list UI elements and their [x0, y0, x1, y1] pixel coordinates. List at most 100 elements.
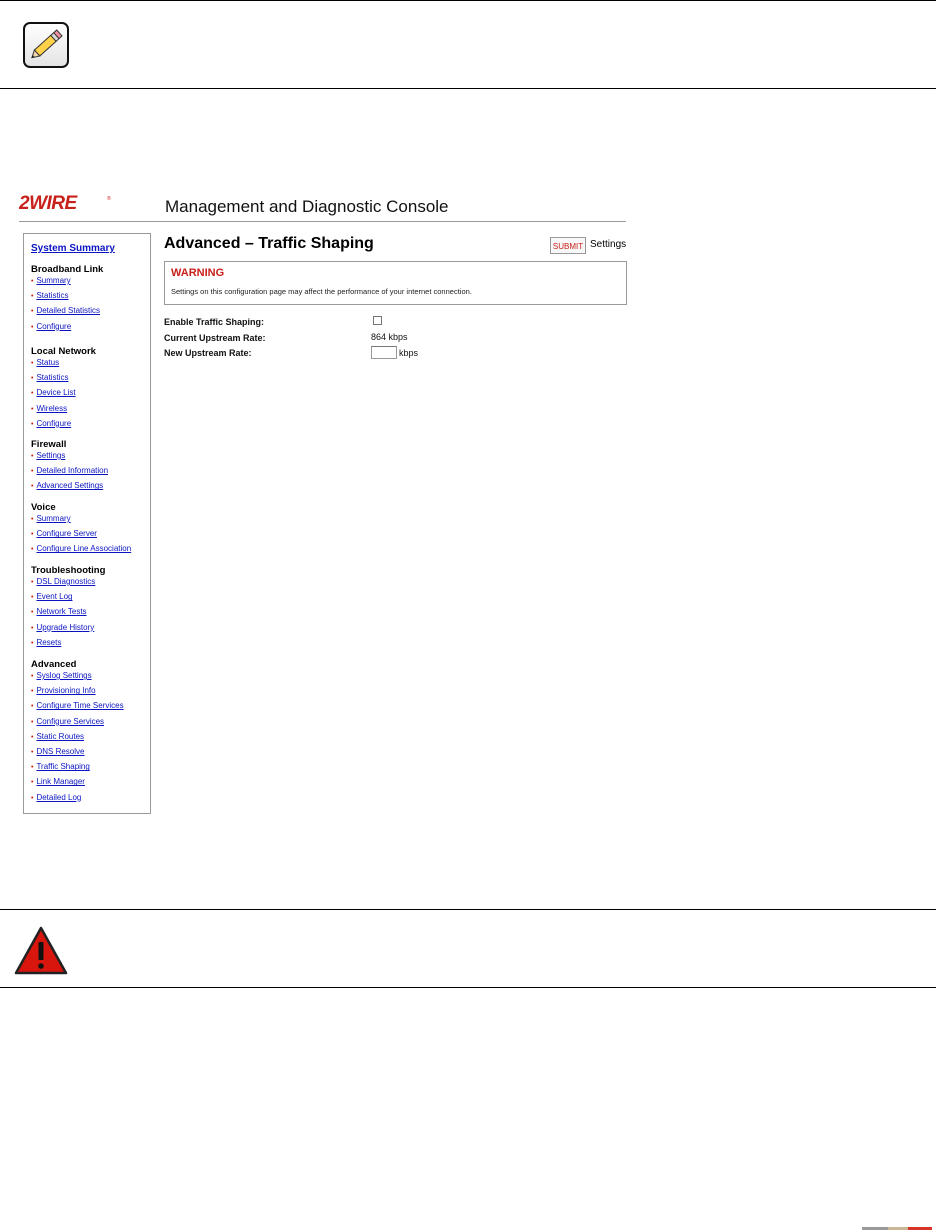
sidebar-item-link[interactable]: Statistics	[36, 373, 68, 382]
warning-bottom-rule	[0, 987, 936, 988]
sidebar-item-link[interactable]: Link Manager	[36, 777, 84, 786]
sidebar-item-link[interactable]: Syslog Settings	[36, 671, 91, 680]
sidebar-item[interactable]: • Statistics	[31, 291, 68, 300]
sidebar-item[interactable]: • DNS Resolve	[31, 747, 84, 756]
bullet-icon: •	[31, 579, 34, 586]
sidebar-item-link[interactable]: Detailed Information	[36, 466, 108, 475]
sidebar-system-summary-link[interactable]: System Summary	[31, 243, 115, 254]
warning-title: WARNING	[171, 267, 225, 279]
bullet-icon: •	[31, 516, 34, 523]
sidebar-item-link[interactable]: Traffic Shaping	[36, 762, 89, 771]
bullet-icon: •	[31, 764, 34, 772]
sidebar-item[interactable]: • Configure Time Services	[31, 701, 124, 710]
sidebar-item-link[interactable]: Configure Line Association	[36, 544, 131, 553]
sidebar-item-link[interactable]: Settings	[36, 451, 65, 460]
sidebar-item[interactable]: • Detailed Information	[31, 466, 108, 475]
current-upstream-rate-label: Current Upstream Rate:	[164, 333, 266, 343]
bullet-icon: •	[31, 323, 34, 331]
sidebar-item-link[interactable]: Event Log	[36, 592, 72, 601]
sidebar-item-link[interactable]: Provisioning Info	[36, 686, 95, 695]
sidebar-item[interactable]: • Device List	[31, 388, 76, 397]
bullet-icon: •	[31, 673, 34, 680]
sidebar-item[interactable]: • Network Tests	[31, 607, 87, 616]
bullet-icon: •	[31, 703, 34, 711]
sidebar-item[interactable]: • Detailed Log	[31, 793, 81, 802]
sidebar-item-link[interactable]: Resets	[36, 638, 61, 647]
sidebar-item-link[interactable]: Upgrade History	[36, 623, 94, 632]
sidebar-item[interactable]: • Link Manager	[31, 777, 85, 786]
bullet-icon: •	[31, 375, 34, 383]
sidebar-item[interactable]: • Provisioning Info	[31, 686, 96, 695]
sidebar-item-link[interactable]: DSL Diagnostics	[36, 577, 95, 586]
sidebar-item-link[interactable]: Configure	[36, 419, 71, 428]
bullet-icon: •	[31, 360, 34, 367]
sidebar-item-link[interactable]: Wireless	[36, 404, 67, 413]
sidebar-item-link[interactable]: Static Routes	[36, 732, 84, 741]
bullet-icon: •	[31, 749, 34, 756]
svg-text:®: ®	[107, 195, 111, 202]
bullet-icon: •	[31, 594, 34, 602]
sidebar-item[interactable]: • Summary	[31, 514, 71, 523]
sidebar-item[interactable]: • Statistics	[31, 373, 68, 382]
enable-traffic-shaping-checkbox[interactable]	[373, 316, 382, 325]
bullet-icon: •	[31, 779, 34, 787]
sidebar-item[interactable]: • Configure Services	[31, 717, 104, 726]
2wire-logo: 2WIRE ®	[19, 194, 111, 212]
bullet-icon: •	[31, 688, 34, 696]
sidebar-item-link[interactable]: Detailed Log	[36, 793, 81, 802]
sidebar-item-link[interactable]: Statistics	[36, 291, 68, 300]
sidebar-item[interactable]: • Summary	[31, 276, 71, 285]
sidebar-item-link[interactable]: DNS Resolve	[36, 747, 84, 756]
sidebar-item[interactable]: • Advanced Settings	[31, 481, 103, 490]
sidebar-item[interactable]: • Wireless	[31, 404, 67, 413]
sidebar-section-heading: Advanced	[31, 659, 77, 670]
bullet-icon: •	[31, 483, 34, 491]
warning-panel: WARNING Settings on this configuration p…	[164, 261, 627, 305]
note-bottom-rule	[0, 88, 936, 89]
submit-button[interactable]: SUBMIT	[550, 237, 586, 254]
sidebar-section-heading: Broadband Link	[31, 264, 104, 275]
pencil-icon	[23, 22, 69, 68]
sidebar-section-heading: Voice	[31, 502, 56, 513]
sidebar-item[interactable]: • Resets	[31, 638, 61, 647]
sidebar-item-link[interactable]: Configure Time Services	[36, 701, 123, 710]
sidebar-section-heading: Firewall	[31, 439, 67, 450]
sidebar-item[interactable]: • Event Log	[31, 592, 72, 601]
sidebar-item-link[interactable]: Advanced Settings	[36, 481, 103, 490]
current-upstream-rate-value: 864 kbps	[371, 332, 408, 342]
sidebar-item-link[interactable]: Device List	[36, 388, 75, 397]
new-upstream-rate-input[interactable]	[371, 346, 397, 359]
bullet-icon: •	[31, 278, 34, 285]
sidebar-item-link[interactable]: Summary	[36, 514, 70, 523]
sidebar-item[interactable]: • Syslog Settings	[31, 671, 92, 680]
page-title: Advanced – Traffic Shaping	[164, 235, 374, 252]
sidebar-item[interactable]: • Settings	[31, 451, 65, 460]
sidebar-item[interactable]: • Configure	[31, 322, 71, 331]
sidebar-item[interactable]: • Detailed Statistics	[31, 306, 100, 315]
sidebar-item[interactable]: • Traffic Shaping	[31, 762, 90, 771]
sidebar-item[interactable]: • Status	[31, 358, 59, 367]
sidebar-item[interactable]: • Upgrade History	[31, 623, 94, 632]
sidebar-item[interactable]: • Configure Line Association	[31, 544, 131, 553]
sidebar-item-link[interactable]: Configure Services	[36, 717, 104, 726]
sidebar-item-link[interactable]: Summary	[36, 276, 70, 285]
sidebar-item-link[interactable]: Status	[36, 358, 59, 367]
console-title: Management and Diagnostic Console	[165, 197, 449, 216]
sidebar-item-link[interactable]: Configure Server	[36, 529, 96, 538]
bullet-icon: •	[31, 733, 34, 741]
sidebar-item[interactable]: • Configure	[31, 419, 71, 428]
sidebar-item-link[interactable]: Network Tests	[36, 607, 86, 616]
sidebar-item[interactable]: • Static Routes	[31, 732, 84, 741]
sidebar-item[interactable]: • Configure Server	[31, 529, 97, 538]
sidebar-item-link[interactable]: Detailed Statistics	[36, 306, 100, 315]
bullet-icon: •	[31, 405, 34, 413]
bullet-icon: •	[31, 308, 34, 316]
sidebar-item-link[interactable]: Configure	[36, 322, 71, 331]
bullet-icon: •	[31, 624, 34, 632]
bullet-icon: •	[31, 639, 34, 647]
sidebar-item[interactable]: • DSL Diagnostics	[31, 577, 95, 586]
enable-traffic-shaping-label: Enable Traffic Shaping:	[164, 317, 265, 327]
bullet-icon: •	[31, 546, 34, 554]
bullet-icon: •	[31, 293, 34, 301]
sidebar-section-heading: Troubleshooting	[31, 565, 106, 576]
